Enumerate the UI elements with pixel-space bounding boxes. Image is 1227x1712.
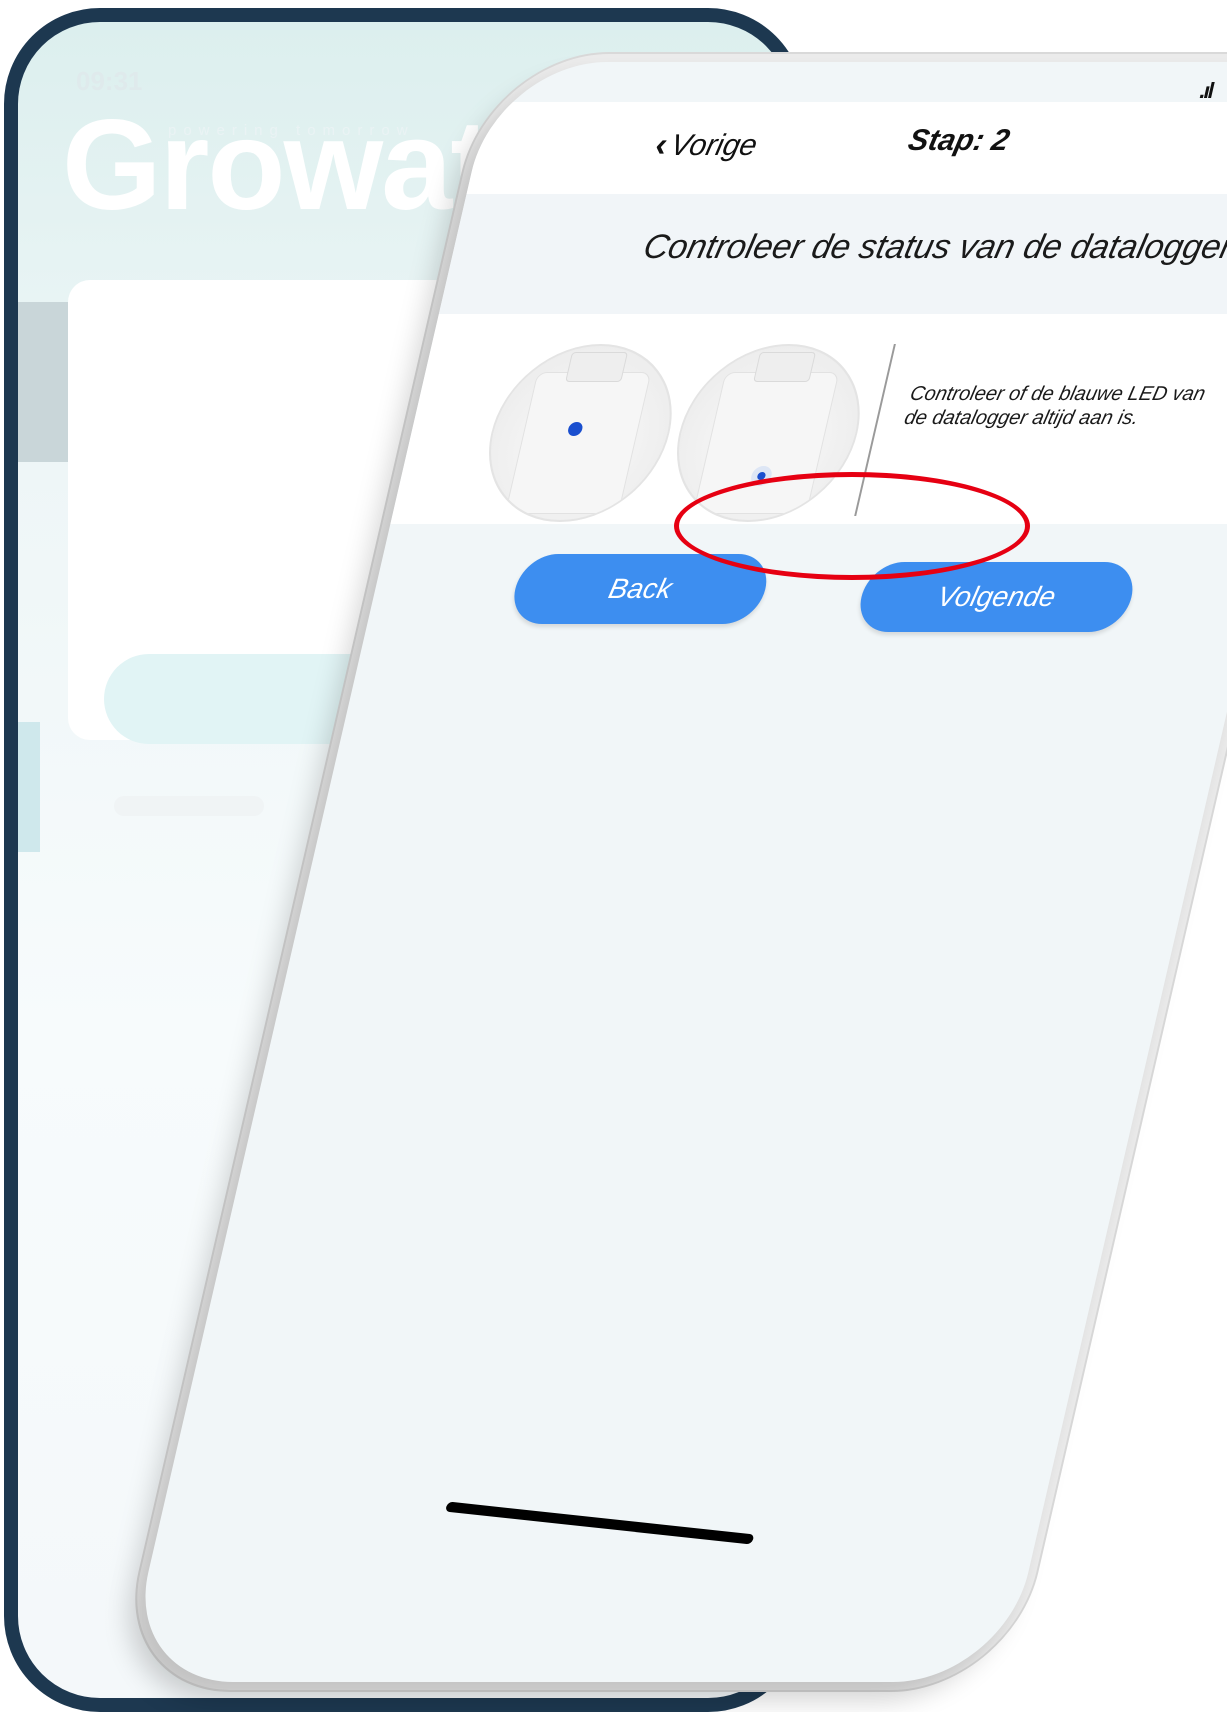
page-title: Stap: 2	[905, 124, 1013, 157]
back-nav-button[interactable]: ‹ Vorige	[651, 126, 761, 165]
datalogger-connector	[753, 352, 817, 382]
step-heading: Controleer de status van de datalogger	[639, 228, 1227, 266]
background-link	[114, 796, 264, 816]
wifi-icon	[1221, 78, 1227, 104]
step-header: Controleer de status van de datalogger	[438, 194, 1227, 314]
home-indicator[interactable]	[444, 1501, 755, 1545]
status-bar: .ıl	[1197, 78, 1227, 104]
background-decoration	[18, 302, 72, 462]
datalogger-connector	[565, 352, 629, 382]
led-instruction-text: Controleer of de blauwe LED van de datal…	[902, 383, 1208, 429]
highlight-annotation	[674, 472, 1030, 580]
background-decoration	[18, 722, 40, 852]
datalogger-body	[504, 372, 652, 514]
signal-bars-icon: .ıl	[1197, 78, 1216, 103]
growatt-tagline: powering tomorrow	[168, 122, 415, 139]
navigation-bar: ‹ Vorige Stap: 2	[466, 102, 1227, 194]
back-nav-label: Vorige	[667, 128, 761, 162]
datalogger-image	[470, 344, 690, 522]
